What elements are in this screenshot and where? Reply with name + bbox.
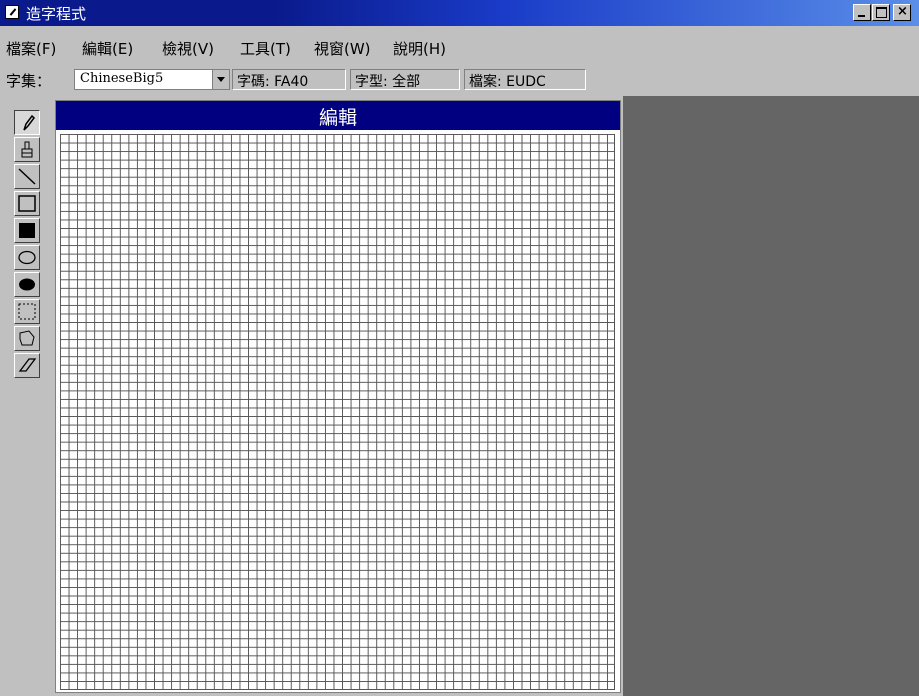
brush-icon (21, 141, 33, 158)
title-bar: 造字程式 × (0, 0, 919, 26)
rectangular-select-icon (18, 303, 36, 320)
filled-ellipse-tool[interactable] (14, 272, 40, 297)
close-button[interactable]: × (893, 4, 911, 21)
menu-help[interactable]: 說明(H) (393, 38, 446, 59)
hollow-ellipse-tool[interactable] (14, 245, 40, 270)
window-title: 造字程式 (26, 5, 87, 23)
rectangular-select-tool[interactable] (14, 299, 40, 324)
brush-tool[interactable] (14, 137, 40, 162)
line-tool[interactable] (14, 164, 40, 189)
tool-palette (10, 102, 44, 690)
menu-bar: 檔案(F) 編輯(E) 檢視(V) 工具(T) 視窗(W) 說明(H) (0, 36, 919, 60)
menu-edit[interactable]: 編輯(E) (82, 38, 133, 59)
line-icon (18, 168, 36, 185)
charset-label: 字集： (6, 72, 52, 90)
edit-window-title: 編輯 (318, 107, 357, 129)
eraser-icon (18, 358, 37, 372)
edit-window-titlebar: 編輯 (56, 101, 620, 130)
glyph-edit-grid[interactable] (60, 134, 615, 690)
filled-rectangle-icon (19, 223, 35, 238)
hollow-rectangle-tool[interactable] (14, 191, 40, 216)
minimize-button[interactable] (853, 4, 871, 21)
menu-file[interactable]: 檔案(F) (6, 38, 56, 59)
file-field: 檔案: EUDC (464, 69, 586, 90)
freeform-select-icon (19, 330, 35, 346)
workspace-background (623, 96, 919, 696)
char-code-field: 字碼: FA40 (232, 69, 346, 90)
charset-dropdown[interactable]: ChineseBig5 (74, 69, 230, 90)
menu-tools[interactable]: 工具(T) (240, 38, 291, 59)
menu-window[interactable]: 視窗(W) (314, 38, 371, 59)
edit-window: 編輯 (55, 100, 621, 693)
pencil-icon (23, 114, 35, 131)
hollow-rectangle-icon (18, 195, 36, 212)
status-toolbar: 字集： ChineseBig5 字碼: FA40 字型: 全部 檔案: EUDC (0, 66, 919, 96)
eraser-tool[interactable] (14, 353, 40, 378)
menu-view[interactable]: 檢視(V) (162, 38, 214, 59)
pencil-tool[interactable] (14, 110, 40, 135)
filled-rectangle-tool[interactable] (14, 218, 40, 243)
close-icon: × (897, 4, 908, 19)
freeform-select-tool[interactable] (14, 326, 40, 351)
filled-ellipse-icon (19, 278, 35, 291)
app-icon[interactable] (5, 5, 19, 19)
font-type-field: 字型: 全部 (350, 69, 460, 90)
maximize-button[interactable] (872, 4, 890, 21)
charset-value: ChineseBig5 (80, 71, 164, 86)
chevron-down-icon[interactable] (212, 70, 229, 89)
hollow-ellipse-icon (18, 250, 36, 265)
